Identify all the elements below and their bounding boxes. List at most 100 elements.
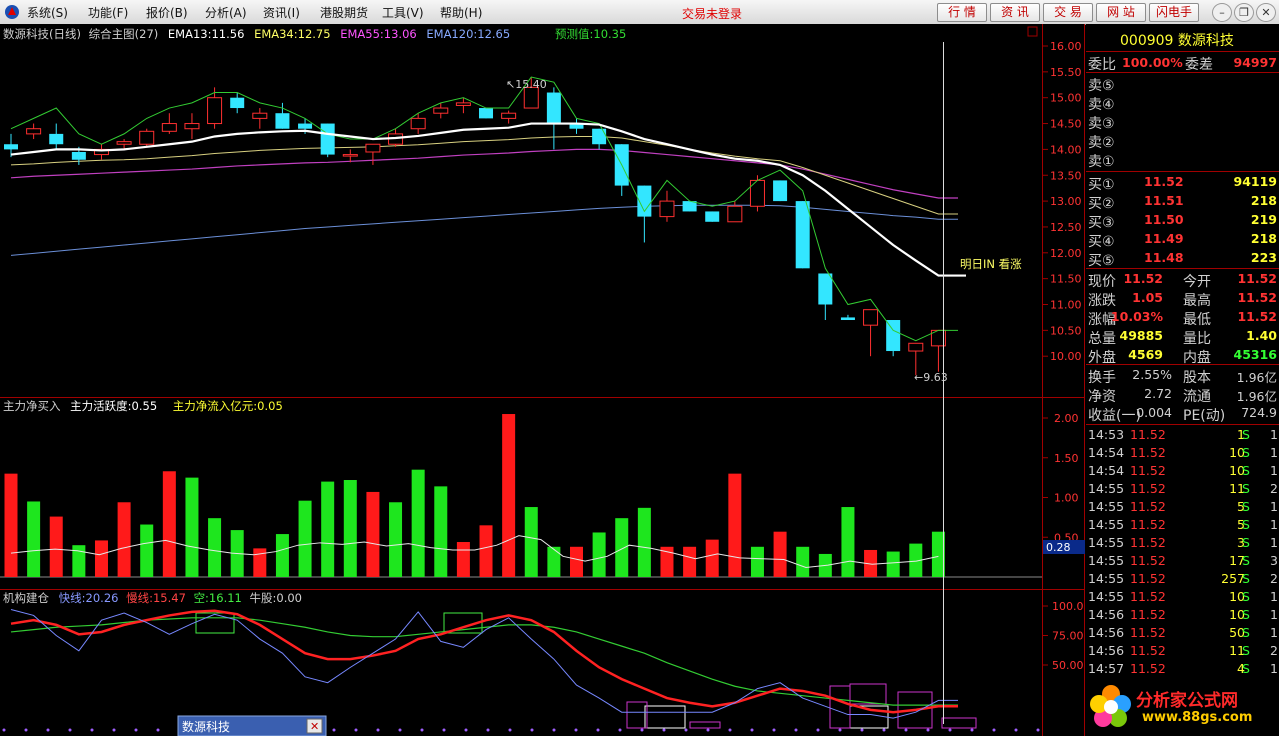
net-buy-bar-red xyxy=(162,471,176,577)
candle-body-up xyxy=(207,97,223,125)
tick-price: 11.52 xyxy=(1130,625,1166,640)
menu-system[interactable]: 系统(S) xyxy=(27,4,68,21)
sell-level-label: 卖④ xyxy=(1088,97,1115,113)
baseline-dot xyxy=(838,728,842,732)
watermark-title: 分析家公式网 xyxy=(1136,691,1238,711)
quote-panel: 000909 数源科技 委比 100.00% 委差 94997 卖⑤ 卖④ 卖③ 卖②… xyxy=(1086,24,1279,736)
restore-icon[interactable]: ❐ xyxy=(1234,3,1254,22)
net-buy-bar-green xyxy=(411,469,425,577)
net-buy-bar-red xyxy=(773,531,787,577)
stat-label: 最低 xyxy=(1183,312,1211,328)
tick-side: S xyxy=(1242,481,1250,496)
candle-body-down xyxy=(230,97,245,109)
tick-price: 11.52 xyxy=(1130,607,1166,622)
tick-count: 2 xyxy=(1270,571,1278,586)
net-buy-bar-red xyxy=(49,516,63,577)
stat-value: 4569 xyxy=(1128,347,1163,362)
candle-body-up xyxy=(908,342,924,352)
price-tick-label: 11.00 xyxy=(1050,299,1082,312)
sell-level-label: 卖② xyxy=(1088,135,1115,151)
stock-title: 000909 数源科技 xyxy=(1120,30,1234,50)
floating-close-glyph: ✕ xyxy=(310,720,319,733)
high-marker: ↖15.40 xyxy=(506,78,547,91)
main-chart-name: 综合主图(27) xyxy=(89,27,159,41)
tick-count: 1 xyxy=(1270,445,1278,460)
baseline-dot xyxy=(882,728,886,732)
tick-time: 14:55 xyxy=(1088,535,1125,550)
floating-window-title: 数源科技 xyxy=(182,719,230,734)
baseline-dot xyxy=(530,728,534,732)
sell-level-label: 卖① xyxy=(1088,154,1115,170)
baseline-dot xyxy=(24,728,28,732)
candle-body-up xyxy=(501,112,517,119)
menu-hk-futures[interactable]: 港股期货 xyxy=(320,4,368,21)
news-button[interactable]: 资 讯 xyxy=(990,3,1040,22)
candle-body-up xyxy=(116,141,132,145)
menu-analysis[interactable]: 分析(A) xyxy=(205,4,247,21)
baseline-dot xyxy=(354,728,358,732)
price-tick-label: 13.50 xyxy=(1050,169,1082,182)
ind2-tick-label: 75.00 xyxy=(1052,630,1084,643)
baseline-dot xyxy=(860,728,864,732)
tick-count: 1 xyxy=(1270,661,1278,676)
login-status: 交易未登录 xyxy=(682,7,743,21)
net-buy-bar-red xyxy=(479,525,493,577)
close-icon[interactable]: ✕ xyxy=(1256,3,1276,22)
website-button[interactable]: 网 站 xyxy=(1096,3,1146,22)
tick-side: S xyxy=(1242,625,1250,640)
candle-body-up xyxy=(727,205,743,223)
tick-side: S xyxy=(1242,553,1250,568)
tick-count: 1 xyxy=(1270,589,1278,604)
price-tick-label: 12.50 xyxy=(1050,221,1082,234)
price-tick-label: 13.00 xyxy=(1050,195,1082,208)
menu-info[interactable]: 资讯(I) xyxy=(263,4,300,21)
baseline-dot xyxy=(68,728,72,732)
indicator1-header: 主力净买入 主力活跃度:0.55 主力净流入亿元:0.05 xyxy=(3,399,283,413)
net-buy-bar-green xyxy=(524,507,538,577)
baseline-dot xyxy=(618,728,622,732)
baseline-dot xyxy=(684,728,688,732)
baseline-dot xyxy=(486,728,490,732)
tick-count: 1 xyxy=(1270,625,1278,640)
baseline-dot xyxy=(552,728,556,732)
baseline-dot xyxy=(772,728,776,732)
tick-side: S xyxy=(1242,607,1250,622)
net-buy-bar-green xyxy=(275,534,289,577)
tick-count: 1 xyxy=(1270,463,1278,478)
chart-area[interactable]: 16.00 15.50 15.00 14.50 14.00 13.50 13.00 12.50… xyxy=(0,24,1085,736)
flash-trade-button[interactable]: 闪电手 xyxy=(1149,3,1199,22)
fund-label: 净资 xyxy=(1088,389,1116,405)
buy-volume: 223 xyxy=(1250,250,1277,265)
candle-body-up xyxy=(433,107,449,114)
fund-label: 收益(一) xyxy=(1088,408,1141,424)
candle-body-down xyxy=(298,123,313,129)
indicator2-header: 机构建仓 快线:20.26 慢线:15.47 空:16.11 牛股:0.00 xyxy=(3,591,302,605)
ind2-tick-label: 50.00 xyxy=(1052,659,1084,672)
price-tick-label: 10.50 xyxy=(1050,324,1082,337)
price-tick-label: 11.50 xyxy=(1050,273,1082,286)
fund-label: 股本 xyxy=(1183,370,1211,386)
menu-quote[interactable]: 报价(B) xyxy=(146,4,188,21)
candle-body-down xyxy=(840,317,855,321)
net-buy-bar-red xyxy=(4,473,18,577)
menu-function[interactable]: 功能(F) xyxy=(88,4,128,21)
candle-body-down xyxy=(795,201,810,269)
menu-tools[interactable]: 工具(V) xyxy=(382,4,424,21)
baseline-dot xyxy=(90,728,94,732)
ema120-value: EMA120:12.65 xyxy=(426,27,510,41)
candle-body-down xyxy=(886,320,901,352)
stat-label: 量比 xyxy=(1183,331,1211,347)
net-buy-bar-green xyxy=(72,545,86,577)
trade-button[interactable]: 交 易 xyxy=(1043,3,1093,22)
net-buy-bar-green xyxy=(389,502,403,577)
candle-body-up xyxy=(139,130,155,145)
stat-value: 45316 xyxy=(1233,347,1278,362)
baseline-dot xyxy=(970,728,974,732)
tick-time: 14:56 xyxy=(1088,643,1125,658)
menu-help[interactable]: 帮助(H) xyxy=(440,4,482,21)
market-button[interactable]: 行 情 xyxy=(937,3,987,22)
baseline-dot xyxy=(46,728,50,732)
minimize-icon[interactable]: – xyxy=(1212,3,1232,22)
tick-time: 14:55 xyxy=(1088,499,1125,514)
flower-logo-icon xyxy=(1090,685,1131,727)
